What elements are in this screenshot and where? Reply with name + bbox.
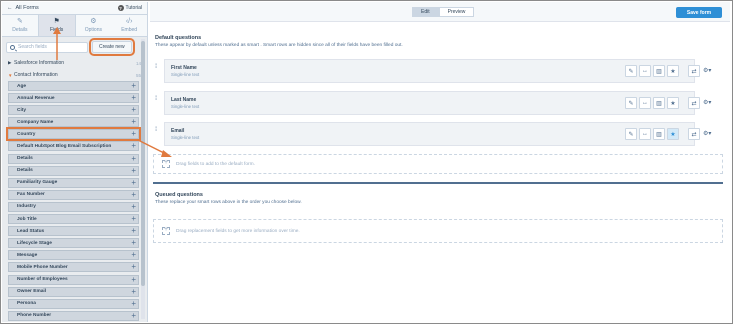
arrow-head-up [53, 27, 61, 34]
arrow-head-right [161, 150, 172, 157]
annotation-arrows [53, 27, 172, 157]
arrow-to-dropzone [137, 139, 167, 155]
